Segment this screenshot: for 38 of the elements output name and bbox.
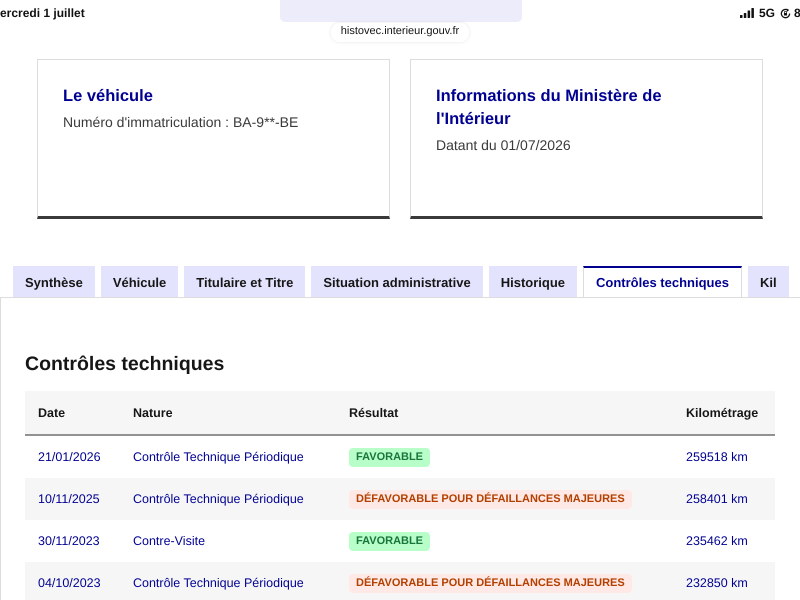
tab[interactable]: Titulaire et Titre [184,266,306,297]
mileage-cell: 258401 km [686,492,748,506]
tab[interactable]: Situation administrative [311,266,483,297]
date-cell: 30/11/2023 [38,534,100,548]
tab[interactable]: Synthèse [13,266,95,297]
column-header: Nature [133,406,173,420]
column-header: Kilométrage [686,406,758,420]
battery-percentage: 8 [794,6,800,20]
status-time: ercredi 1 juillet [0,6,85,20]
circular-arrow-icon [780,8,792,18]
mileage-cell: 235462 km [686,534,748,548]
card-text: Datant du 01/07/2026 [436,136,572,155]
tab[interactable]: Historique [488,266,578,297]
nature-cell: Contrôle Technique Périodique [133,450,304,464]
nature-cell: Contrôle Technique Périodique [133,492,304,506]
date-cell: 10/11/2025 [38,492,100,506]
address-bar[interactable]: histovec.interieur.gouv.fr [330,23,470,42]
signal-icon [740,8,754,18]
tab[interactable]: Véhicule [100,266,178,297]
result-badge: DÉFAVORABLE POUR DÉFAILLANCES MAJEURES [349,574,632,592]
mileage-cell: 232850 km [686,576,748,590]
card-title: Informations du Ministère de l'Intérieur [436,86,663,130]
card-text: Numéro d'immatriculation : BA-9**-BE [63,113,300,132]
card-title: Le véhicule [63,86,154,107]
mileage-cell: 259518 km [686,450,748,464]
result-badge: FAVORABLE [349,532,430,550]
nature-cell: Contre-Visite [133,534,206,548]
network-label: 5G [759,6,776,20]
section-heading: Contrôles techniques [25,352,226,377]
column-header: Date [38,406,66,420]
column-header: Résultat [349,406,398,420]
date-cell: 21/01/2026 [38,450,101,464]
tab[interactable]: Kil [748,266,789,297]
nature-cell: Contrôle Technique Périodique [133,576,304,590]
date-cell: 04/10/2023 [38,576,101,590]
result-badge: DÉFAVORABLE POUR DÉFAILLANCES MAJEURES [349,490,632,508]
tab[interactable]: Contrôles techniques [583,266,742,297]
result-badge: FAVORABLE [349,448,430,466]
